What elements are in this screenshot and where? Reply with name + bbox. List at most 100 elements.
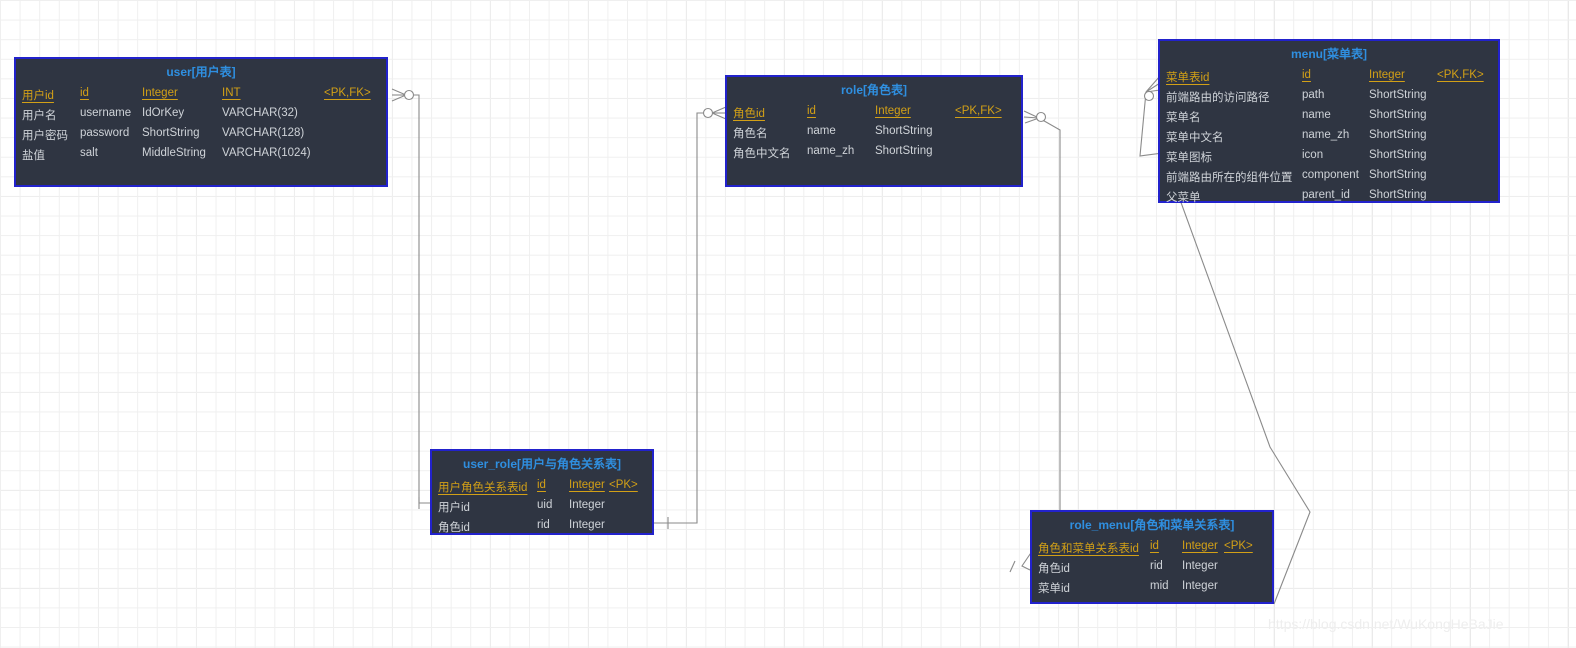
- attribute-row[interactable]: 角色名 name ShortString: [727, 123, 1021, 143]
- attribute-cell: 角色中文名: [733, 148, 791, 160]
- attribute-cell: 角色名: [733, 128, 768, 140]
- attribute-row[interactable]: 菜单名 name ShortString: [1160, 107, 1498, 127]
- attribute-cell: <PK>: [1224, 540, 1253, 552]
- entity-title-menu: menu[菜单表]: [1291, 47, 1367, 61]
- attribute-row[interactable]: 用户id uid Integer: [432, 497, 652, 517]
- attribute-cell: password: [80, 127, 130, 139]
- attribute-cell: 菜单表id: [1166, 72, 1210, 84]
- attribute-cell: name: [807, 125, 836, 137]
- entity-rows-menu: 菜单表id id Integer <PK,FK> 前端路由的访问路径 path ShortS…: [1160, 67, 1498, 207]
- attribute-cell: VARCHAR(128): [222, 127, 305, 139]
- entity-title-user: user[用户表]: [166, 65, 236, 79]
- attribute-cell: Integer: [1182, 580, 1218, 592]
- crowfoot-user-right: [391, 88, 415, 102]
- attribute-cell: ShortString: [1369, 169, 1427, 181]
- attribute-row[interactable]: 盐值 salt MiddleString VARCHAR(1024): [16, 145, 386, 165]
- attribute-cell: 盐值: [22, 150, 45, 162]
- attribute-cell: 用户名: [22, 110, 57, 122]
- attribute-cell: ShortString: [875, 145, 933, 157]
- attribute-cell: MiddleString: [142, 147, 206, 159]
- attribute-cell: 菜单中文名: [1166, 132, 1224, 144]
- watermark-text: https://blog.csdn.net/WuKongHeBaJie: [1268, 616, 1504, 632]
- attribute-row[interactable]: 菜单id mid Integer: [1032, 578, 1272, 598]
- attribute-cell: name: [1302, 109, 1331, 121]
- attribute-cell: 菜单图标: [1166, 152, 1212, 164]
- attribute-cell: ShortString: [142, 127, 200, 139]
- entity-title-user_role: user_role[用户与角色关系表]: [462, 457, 622, 471]
- attribute-row[interactable]: 前端路由的访问路径 path ShortString: [1160, 87, 1498, 107]
- attribute-cell: <PK,FK>: [324, 87, 371, 99]
- attribute-cell: 前端路由的访问路径: [1166, 92, 1270, 104]
- attribute-row[interactable]: 角色id id Integer <PK,FK>: [727, 103, 1021, 123]
- attribute-row[interactable]: 用户id id Integer INT <PK,FK>: [16, 85, 386, 105]
- entity-title-role_menu: role_menu[角色和菜单关系表]: [1069, 518, 1235, 532]
- attribute-cell: ShortString: [1369, 189, 1427, 201]
- attribute-cell: Integer: [1182, 560, 1218, 572]
- attribute-cell: uid: [537, 499, 553, 511]
- entity-role[interactable]: role[角色表] 角色id id Integer <PK,FK> 角色名 name Shor…: [725, 75, 1023, 187]
- attribute-row[interactable]: 菜单中文名 name_zh ShortString: [1160, 127, 1498, 147]
- entity-rows-role_menu: 角色和菜单关系表id id Integer <PK> 角色id rid Integer 菜单i…: [1032, 538, 1272, 598]
- attribute-cell: 菜单id: [1038, 583, 1070, 595]
- attribute-cell: ShortString: [1369, 109, 1427, 121]
- entity-user_role[interactable]: user_role[用户与角色关系表] 用户角色关系表id id Integer <PK…: [430, 449, 654, 535]
- attribute-cell: name_zh: [1302, 129, 1350, 141]
- attribute-cell: ShortString: [875, 125, 933, 137]
- connector-userrole-role: [654, 112, 712, 524]
- attribute-cell: Integer: [142, 87, 178, 99]
- attribute-cell: rid: [537, 519, 550, 531]
- attribute-cell: INT: [222, 87, 241, 99]
- attribute-cell: id: [807, 105, 816, 117]
- attribute-cell: Integer: [1369, 69, 1405, 81]
- attribute-cell: 角色id: [438, 522, 470, 534]
- attribute-cell: username: [80, 107, 132, 119]
- connector-user-userrole: [406, 94, 430, 504]
- tick-rolemenu-left: [1009, 560, 1016, 573]
- attribute-cell: 用户id: [438, 502, 470, 514]
- attribute-row[interactable]: 父菜单 parent_id ShortString: [1160, 187, 1498, 207]
- attribute-cell: id: [537, 479, 546, 491]
- entity-rows-user_role: 用户角色关系表id id Integer <PK> 用户id uid Integer 角色id…: [432, 477, 652, 537]
- attribute-cell: 用户角色关系表id: [438, 482, 528, 494]
- attribute-cell: 父菜单: [1166, 192, 1201, 204]
- attribute-cell: component: [1302, 169, 1359, 181]
- attribute-cell: parent_id: [1302, 189, 1350, 201]
- attribute-cell: <PK>: [609, 479, 638, 491]
- attribute-row[interactable]: 用户密码 password ShortString VARCHAR(128): [16, 125, 386, 145]
- crowfoot-role-right: [1023, 110, 1047, 124]
- attribute-cell: Integer: [1182, 540, 1218, 552]
- attribute-cell: ShortString: [1369, 89, 1427, 101]
- attribute-row[interactable]: 角色中文名 name_zh ShortString: [727, 143, 1021, 163]
- attribute-cell: mid: [1150, 580, 1169, 592]
- entity-menu[interactable]: menu[菜单表] 菜单表id id Integer <PK,FK> 前端路由的访问路径 p…: [1158, 39, 1500, 204]
- attribute-cell: id: [1302, 69, 1311, 81]
- attribute-cell: path: [1302, 89, 1325, 101]
- attribute-row[interactable]: 菜单图标 icon ShortString: [1160, 147, 1498, 167]
- attribute-cell: 角色id: [733, 108, 765, 120]
- attribute-cell: 用户id: [22, 90, 54, 102]
- attribute-cell: 角色和菜单关系表id: [1038, 543, 1139, 555]
- attribute-cell: 用户密码: [22, 130, 68, 142]
- attribute-cell: <PK,FK>: [1437, 69, 1484, 81]
- attribute-cell: VARCHAR(32): [222, 107, 298, 119]
- attribute-row[interactable]: 角色id rid Integer: [1032, 558, 1272, 578]
- attribute-row[interactable]: 用户名 username IdOrKey VARCHAR(32): [16, 105, 386, 125]
- entity-title-role: role[角色表]: [840, 83, 907, 97]
- connector-role-rolemenu: [1021, 117, 1061, 571]
- attribute-cell: name_zh: [807, 145, 855, 157]
- attribute-row[interactable]: 前端路由所在的组件位置 component ShortString: [1160, 167, 1498, 187]
- attribute-cell: Integer: [875, 105, 911, 117]
- attribute-row[interactable]: 菜单表id id Integer <PK,FK>: [1160, 67, 1498, 87]
- entity-role_menu[interactable]: role_menu[角色和菜单关系表] 角色和菜单关系表id id Integer <P…: [1030, 510, 1274, 604]
- attribute-row[interactable]: 角色和菜单关系表id id Integer <PK>: [1032, 538, 1272, 558]
- attribute-cell: 角色id: [1038, 563, 1070, 575]
- attribute-cell: Integer: [569, 479, 605, 491]
- attribute-row[interactable]: 角色id rid Integer: [432, 517, 652, 537]
- attribute-cell: ShortString: [1369, 129, 1427, 141]
- attribute-cell: id: [80, 87, 89, 99]
- attribute-row[interactable]: 用户角色关系表id id Integer <PK>: [432, 477, 652, 497]
- crowfoot-role-left: [702, 106, 727, 120]
- entity-user[interactable]: user[用户表] 用户id id Integer INT <PK,FK> 用户名 usern…: [14, 57, 388, 187]
- er-diagram-canvas: https://blog.csdn.net/WuKongHeBaJie user…: [0, 0, 1576, 648]
- attribute-cell: Integer: [569, 499, 605, 511]
